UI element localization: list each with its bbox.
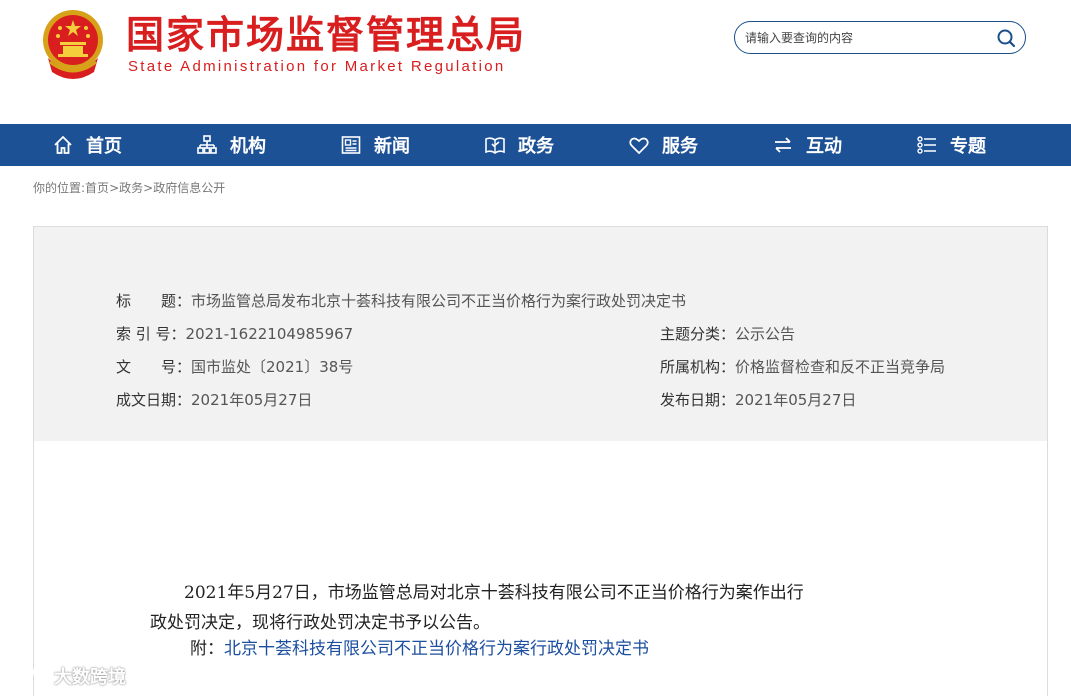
watermark: 大数跨境 [6,662,126,690]
info-org-row: 所属机构：价格监督检查和反不正当竞争局 [660,356,945,378]
nav-item-affairs[interactable]: 政务 [484,124,554,166]
site-subtitle: State Administration for Market Regulati… [128,58,506,75]
heart-icon [629,137,649,155]
breadcrumb-prefix: 你的位置: [33,181,86,195]
breadcrumb-separator: > [109,181,120,195]
watermark-text: 大数跨境 [54,667,126,688]
info-published-row: 发布日期：2021年05月27日 [660,389,856,411]
watermark-logo-icon [7,665,47,685]
affairs-icon [485,137,505,154]
exchange-icon [775,137,791,153]
info-docno-value: 国市监处〔2021〕38号 [191,358,354,376]
nav-label: 服务 [662,136,698,157]
nav-item-home[interactable]: 首页 [52,124,122,166]
nav-label: 政务 [518,136,554,157]
info-index-value: 2021-1622104985967 [185,325,354,343]
breadcrumb-separator: > [143,181,154,195]
news-icon [341,136,361,154]
nav-item-org[interactable]: 机构 [196,124,266,166]
nav-item-interact[interactable]: 互动 [772,124,842,166]
info-docno-label: 文 号： [116,358,192,376]
info-docno-row: 文 号：国市监处〔2021〕38号 [116,356,353,378]
nav-label: 互动 [806,136,842,157]
breadcrumb-home-link[interactable]: 首页 [85,181,109,195]
nav-item-news[interactable]: 新闻 [340,124,410,166]
info-title-value: 市场监管总局发布北京十荟科技有限公司不正当价格行为案行政处罚决定书 [191,292,687,310]
search-icon[interactable] [995,27,1017,49]
nav-label: 专题 [950,136,986,157]
topic-icon [917,136,936,154]
search-input[interactable] [745,28,985,48]
info-created-label: 成文日期： [116,391,192,409]
info-created-row: 成文日期：2021年05月27日 [116,389,312,411]
nav-label: 新闻 [374,136,410,157]
national-emblem-logo[interactable] [38,6,108,82]
nav-label: 机构 [230,136,266,157]
org-icon [197,135,217,154]
info-topic-value: 公示公告 [735,325,796,343]
info-org-label: 所属机构： [660,358,736,376]
attachment-line: 附：北京十荟科技有限公司不正当价格行为案行政处罚决定书 [190,634,649,659]
attachment-prefix: 附： [190,639,224,659]
info-published-label: 发布日期： [660,391,736,409]
site-header: 国家市场监督管理总局 State Administration for Mark… [0,0,1071,124]
breadcrumb-affairs-link[interactable]: 政务 [119,181,143,195]
info-org-value: 价格监督检查和反不正当竞争局 [735,358,946,376]
breadcrumb-disclosure-link[interactable]: 政府信息公开 [153,181,225,195]
content-paragraph-line1: 2021年5月27日，市场监管总局对北京十荟科技有限公司不正当价格行为案作出行 [150,583,804,603]
info-title-row: 标 题：市场监管总局发布北京十荟科技有限公司不正当价格行为案行政处罚决定书 [116,290,686,312]
home-icon [54,135,72,154]
site-title: 国家市场监督管理总局 [126,13,527,57]
info-created-value: 2021年05月27日 [191,391,313,409]
search-box [734,21,1026,54]
nav-item-topics[interactable]: 专题 [916,124,986,166]
info-topic-row: 主题分类：公示公告 [660,323,795,345]
info-index-label: 索 引 号： [116,325,186,343]
nav-label: 首页 [86,136,122,157]
info-topic-label: 主题分类： [660,325,736,343]
info-index-row: 索 引 号：2021-1622104985967 [116,323,353,345]
info-title-label: 标 题： [116,292,192,310]
nav-item-service[interactable]: 服务 [628,124,698,166]
info-published-value: 2021年05月27日 [735,391,857,409]
attachment-link[interactable]: 北京十荟科技有限公司不正当价格行为案行政处罚决定书 [224,639,649,659]
document-info-panel: 标 题：市场监管总局发布北京十荟科技有限公司不正当价格行为案行政处罚决定书 索 … [33,226,1048,442]
main-nav: 首页 机构 新闻 政务 服务 互动 专题 [0,124,1071,166]
breadcrumb: 你的位置:首页>政务>政府信息公开 [33,179,225,196]
